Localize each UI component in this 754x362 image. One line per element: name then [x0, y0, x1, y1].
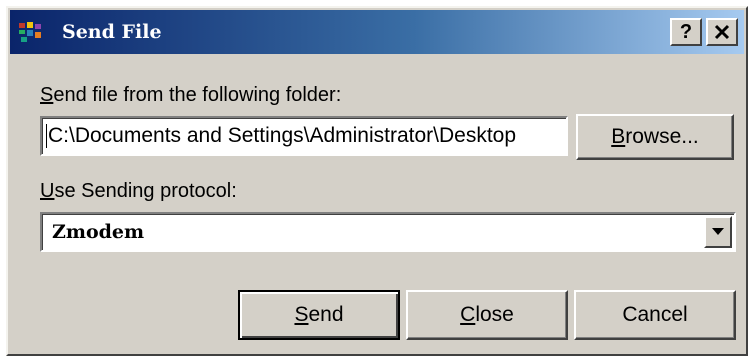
close-window-button[interactable]	[706, 18, 738, 46]
title-bar[interactable]: Send File ?	[10, 10, 744, 54]
browse-button[interactable]: Browse...	[576, 114, 734, 160]
chevron-down-icon	[712, 228, 724, 235]
send-button[interactable]: Send	[238, 290, 400, 340]
close-icon	[714, 24, 730, 40]
window-title: Send File	[62, 21, 162, 43]
app-icon	[19, 22, 41, 42]
protocol-selected-value: Zmodem	[52, 221, 145, 243]
cancel-button[interactable]: Cancel	[574, 290, 736, 340]
protocol-select[interactable]: Zmodem	[40, 212, 736, 252]
close-button[interactable]: Close	[406, 290, 568, 340]
text-caret	[46, 124, 47, 149]
send-file-dialog: Send File ? Send file from the following…	[6, 6, 748, 356]
folder-label: Send file from the following folder:	[40, 84, 342, 106]
help-button[interactable]: ?	[670, 18, 702, 46]
folder-path-input[interactable]: C:\Documents and Settings\Administrator\…	[40, 116, 568, 156]
protocol-dropdown-button[interactable]	[704, 216, 732, 248]
protocol-label: Use Sending protocol:	[40, 180, 237, 202]
